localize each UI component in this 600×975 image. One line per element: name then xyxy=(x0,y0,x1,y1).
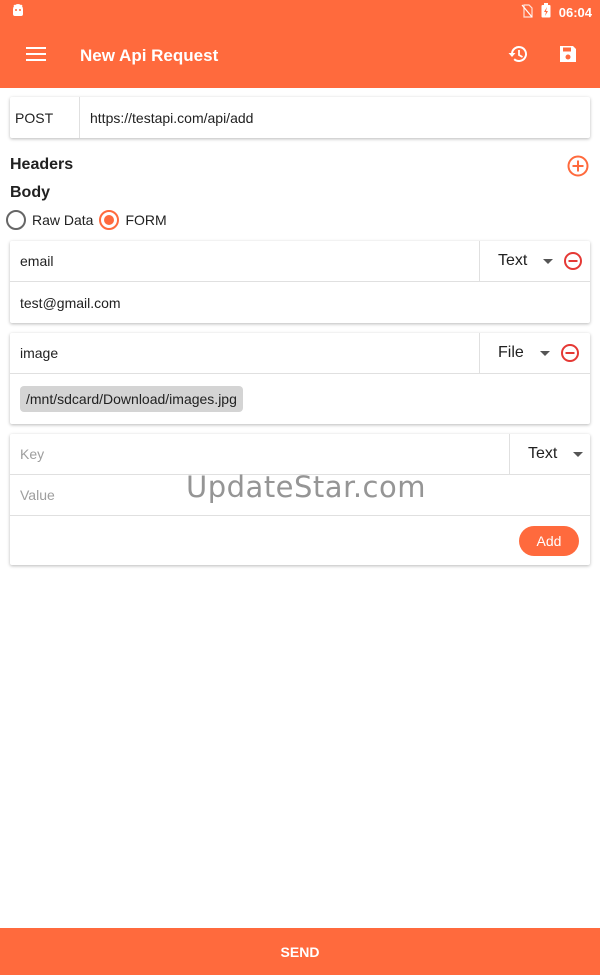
form-field-card: email Text test@gmail.com xyxy=(10,241,590,323)
clock: 06:04 xyxy=(558,4,592,20)
body-title: Body xyxy=(10,184,50,201)
field-type-label: Text xyxy=(528,445,558,462)
field-type-dropdown[interactable]: Text xyxy=(480,241,590,281)
radio-label: Raw Data xyxy=(32,212,94,228)
no-sim-icon xyxy=(521,3,533,21)
add-circle-icon xyxy=(566,155,590,182)
form-field-value-row: /mnt/sdcard/Download/images.jpg xyxy=(10,374,590,424)
form-field-value-row: test@gmail.com xyxy=(10,282,590,323)
field-key-input[interactable]: email xyxy=(10,241,480,281)
history-button[interactable] xyxy=(494,32,542,80)
save-icon xyxy=(558,44,578,69)
app-bar: New Api Request xyxy=(0,24,600,88)
menu-button[interactable] xyxy=(0,24,72,88)
dropdown-caret-icon xyxy=(543,258,554,264)
form-field-card: image File /mnt/sdcard/Download/images.j… xyxy=(10,333,590,424)
field-key-input[interactable]: image xyxy=(10,333,480,373)
field-type-label: Text xyxy=(498,252,528,269)
radio-form[interactable]: FORM xyxy=(99,210,167,230)
file-value: /mnt/sdcard/Download/images.jpg xyxy=(10,374,590,424)
radio-raw-data[interactable]: Raw Data xyxy=(6,210,93,230)
form-field-key-row: email Text xyxy=(10,241,590,282)
page-title: New Api Request xyxy=(80,46,219,65)
radio-label: FORM xyxy=(125,212,167,228)
method-selector[interactable]: POST xyxy=(10,97,80,138)
add-field-button[interactable]: Add xyxy=(519,525,579,556)
radio-circle xyxy=(6,210,26,230)
dropdown-caret-icon xyxy=(573,451,584,457)
file-path-chip[interactable]: /mnt/sdcard/Download/images.jpg xyxy=(20,386,243,412)
radio-circle xyxy=(99,210,120,230)
dropdown-caret-icon xyxy=(539,350,550,356)
field-value-input[interactable]: test@gmail.com xyxy=(10,282,590,323)
remove-field-button[interactable] xyxy=(563,251,583,271)
field-type-label: File xyxy=(498,344,524,361)
remove-field-button[interactable] xyxy=(560,343,580,363)
battery-charging-icon xyxy=(541,3,551,21)
history-icon xyxy=(507,44,529,69)
request-line: POST https://testapi.com/api/add xyxy=(10,97,590,138)
headers-title: Headers xyxy=(10,156,74,173)
status-right: 06:04 xyxy=(521,3,592,21)
remove-circle-icon xyxy=(560,344,579,362)
new-field-type-dropdown[interactable]: Text xyxy=(510,434,590,474)
add-row: Add xyxy=(10,516,590,565)
new-key-input[interactable]: Key xyxy=(10,434,510,474)
watermark: UpdateStar.com xyxy=(186,470,426,504)
remove-circle-icon xyxy=(564,252,583,270)
new-field-key-row: Key Text xyxy=(10,434,590,475)
form-field-key-row: image File xyxy=(10,333,590,374)
field-type-dropdown[interactable]: File xyxy=(480,333,590,373)
menu-icon xyxy=(26,46,46,66)
save-button[interactable] xyxy=(544,32,592,80)
android-icon xyxy=(10,3,26,22)
add-header-button[interactable] xyxy=(566,154,590,178)
url-input[interactable]: https://testapi.com/api/add xyxy=(80,97,590,138)
status-bar: 06:04 xyxy=(0,0,600,24)
send-button[interactable]: SEND xyxy=(0,928,600,975)
body-type-group: Raw Data FORM xyxy=(6,208,173,232)
